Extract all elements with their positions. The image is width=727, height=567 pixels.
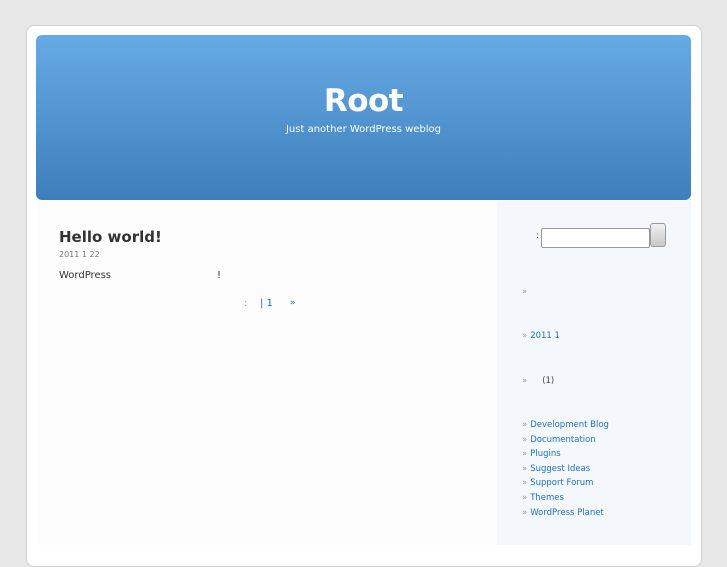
link-wordpress-planet[interactable]: WordPress Planet <box>530 508 604 518</box>
more-link[interactable]: » <box>290 298 296 308</box>
pages-item: » <box>522 287 528 297</box>
blogroll-item: » WordPress Planet <box>522 507 604 518</box>
link-support-forum[interactable]: Support Forum <box>530 478 593 488</box>
archive-item: » 2011 1 <box>522 331 560 341</box>
blog-description: Just another WordPress weblog <box>285 124 441 135</box>
main-content <box>37 201 497 545</box>
blogroll-item: » Documentation <box>522 434 596 445</box>
blogroll-item: » Themes <box>522 492 564 503</box>
comments-link[interactable]: | 1 <box>260 298 273 309</box>
link-documentation[interactable]: Documentation <box>530 435 596 445</box>
post-body: WordPress <box>59 270 112 281</box>
blogroll-item: » Support Forum <box>522 478 594 489</box>
blogroll-item: » Suggest Ideas <box>522 463 591 474</box>
post-date: 2011 1 22 <box>59 250 100 259</box>
search-input[interactable] <box>541 228 650 248</box>
link-plugins[interactable]: Plugins <box>530 449 560 459</box>
blogroll-item: » Plugins <box>522 449 561 460</box>
blogroll-list: » Development Blog » Documentation » Plugin… <box>522 420 609 522</box>
archive-link[interactable]: 2011 1 <box>530 331 560 341</box>
post-body-end: ! <box>217 270 222 281</box>
link-development-blog[interactable]: Development Blog <box>530 420 609 430</box>
link-themes[interactable]: Themes <box>530 493 564 503</box>
post-title-link[interactable]: Hello world! <box>59 228 162 246</box>
site-header: Root Just another WordPress weblog <box>36 35 691 200</box>
blog-title[interactable]: Root <box>36 83 691 119</box>
blogroll-item: » Development Blog <box>522 420 609 430</box>
link-suggest-ideas[interactable]: Suggest Ideas <box>530 464 590 474</box>
search-label: : <box>536 231 540 241</box>
post-meta-separator: : <box>244 298 248 309</box>
search-button[interactable] <box>650 223 666 247</box>
category-item: » (1) <box>522 376 555 386</box>
category-count: (1) <box>542 376 555 386</box>
